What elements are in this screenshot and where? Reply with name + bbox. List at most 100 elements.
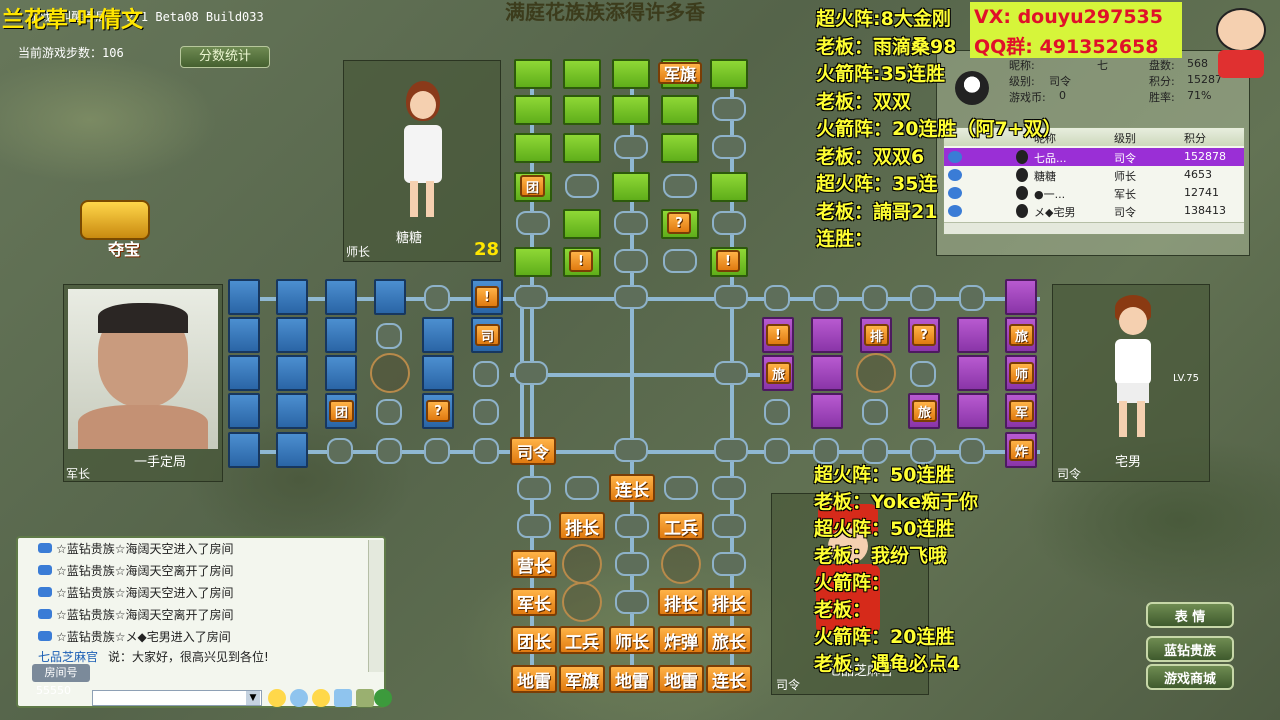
board-slot[interactable] (473, 361, 499, 387)
board-slot[interactable] (565, 174, 599, 198)
right-hidden-piece[interactable] (957, 393, 989, 429)
board-slot[interactable] (614, 249, 648, 273)
my-piece[interactable]: 旅长 (706, 626, 752, 654)
board-slot[interactable] (514, 361, 548, 385)
board-slot[interactable] (712, 135, 746, 159)
board-slot[interactable] (663, 174, 697, 198)
my-piece[interactable]: 地雷 (609, 665, 655, 693)
board-camp[interactable] (856, 353, 896, 393)
board-slot[interactable] (424, 285, 450, 311)
board-slot[interactable] (813, 285, 839, 311)
left-revealed-piece[interactable]: ! (475, 286, 499, 308)
right-revealed-piece[interactable]: 军 (1009, 400, 1035, 422)
wrench-icon[interactable] (356, 689, 374, 707)
left-hidden-piece[interactable] (276, 279, 308, 315)
left-hidden-piece[interactable] (325, 317, 357, 353)
top-hidden-piece[interactable] (710, 59, 748, 89)
right-revealed-piece[interactable]: 师 (1009, 362, 1035, 384)
top-hidden-piece[interactable] (563, 59, 601, 89)
board-camp[interactable] (661, 544, 701, 584)
top-hidden-piece[interactable] (612, 172, 650, 202)
right-hidden-piece[interactable] (811, 317, 843, 353)
board-slot[interactable] (910, 361, 936, 387)
right-revealed-piece[interactable]: 旅 (766, 362, 792, 384)
board-slot[interactable] (473, 438, 499, 464)
right-revealed-piece[interactable]: 旅 (1009, 324, 1035, 346)
my-piece[interactable]: 连长 (609, 474, 655, 502)
board-slot[interactable] (712, 211, 746, 235)
board-slot[interactable] (714, 285, 748, 309)
board-slot[interactable] (712, 552, 746, 576)
board-slot[interactable] (663, 249, 697, 273)
board-slot[interactable] (712, 97, 746, 121)
my-piece[interactable]: 工兵 (658, 512, 704, 540)
top-hidden-piece[interactable] (563, 133, 601, 163)
right-revealed-piece[interactable]: ? (912, 324, 936, 346)
board-slot[interactable] (516, 211, 550, 235)
top-hidden-piece[interactable] (563, 209, 601, 239)
board-camp[interactable] (562, 582, 602, 622)
left-hidden-piece[interactable] (228, 393, 260, 429)
center-revealed-piece[interactable]: 司令 (510, 437, 556, 465)
chat-scrollbar[interactable] (368, 540, 384, 672)
right-revealed-piece[interactable]: 排 (864, 324, 890, 346)
top-hidden-piece[interactable] (612, 59, 650, 89)
board-slot[interactable] (764, 438, 790, 464)
my-piece[interactable]: 排长 (658, 588, 704, 616)
board-camp[interactable] (562, 544, 602, 584)
emote-button[interactable]: 表 情 (1146, 602, 1234, 628)
board-slot[interactable] (614, 211, 648, 235)
right-hidden-piece[interactable] (957, 355, 989, 391)
board-slot[interactable] (959, 438, 985, 464)
board-slot[interactable] (473, 399, 499, 425)
left-hidden-piece[interactable] (228, 317, 260, 353)
board-slot[interactable] (376, 438, 402, 464)
board-slot[interactable] (376, 399, 402, 425)
board-slot[interactable] (714, 438, 748, 462)
left-hidden-piece[interactable] (276, 355, 308, 391)
chat-bubble-icon[interactable] (290, 689, 308, 707)
left-revealed-piece[interactable]: ? (426, 400, 450, 422)
board-slot[interactable] (862, 285, 888, 311)
chat-input[interactable] (92, 690, 262, 706)
lb-col-rank[interactable]: 级别 (1114, 130, 1136, 146)
right-hidden-piece[interactable] (957, 317, 989, 353)
board-slot[interactable] (712, 514, 746, 538)
left-hidden-piece[interactable] (422, 355, 454, 391)
my-piece[interactable]: 地雷 (511, 665, 557, 693)
top-revealed-piece[interactable]: ! (569, 250, 593, 272)
board-slot[interactable] (376, 323, 402, 349)
right-hidden-piece[interactable] (811, 393, 843, 429)
left-hidden-piece[interactable] (228, 279, 260, 315)
my-piece[interactable]: 军长 (511, 588, 557, 616)
board-slot[interactable] (615, 590, 649, 614)
top-revealed-piece[interactable]: 军旗 (658, 62, 703, 84)
top-revealed-piece[interactable]: 团 (520, 175, 546, 197)
board-slot[interactable] (862, 399, 888, 425)
score-stats-button[interactable]: 分数统计 (180, 46, 270, 68)
my-piece[interactable]: 师长 (609, 626, 655, 654)
board-slot[interactable] (910, 285, 936, 311)
my-piece[interactable]: 工兵 (559, 626, 605, 654)
left-hidden-piece[interactable] (228, 432, 260, 468)
top-revealed-piece[interactable]: ! (716, 250, 740, 272)
board-slot[interactable] (614, 135, 648, 159)
board-slot[interactable] (517, 514, 551, 538)
left-hidden-piece[interactable] (276, 317, 308, 353)
board-slot[interactable] (514, 285, 548, 309)
my-piece[interactable]: 连长 (706, 665, 752, 693)
board-slot[interactable] (614, 438, 648, 462)
board-slot[interactable] (327, 438, 353, 464)
my-piece[interactable]: 排长 (706, 588, 752, 616)
board-slot[interactable] (565, 476, 599, 500)
left-revealed-piece[interactable]: 司 (475, 324, 501, 346)
treasure-chest[interactable]: 夺宝 (72, 196, 162, 260)
leaderboard-row[interactable]: 七品... 司令 152878 (944, 148, 1244, 166)
my-piece[interactable]: 团长 (511, 626, 557, 654)
board-slot[interactable] (764, 285, 790, 311)
board-slot[interactable] (714, 361, 748, 385)
globe-icon[interactable] (374, 689, 392, 707)
my-piece[interactable]: 营长 (511, 550, 557, 578)
board-slot[interactable] (959, 285, 985, 311)
left-revealed-piece[interactable]: 团 (329, 400, 355, 422)
